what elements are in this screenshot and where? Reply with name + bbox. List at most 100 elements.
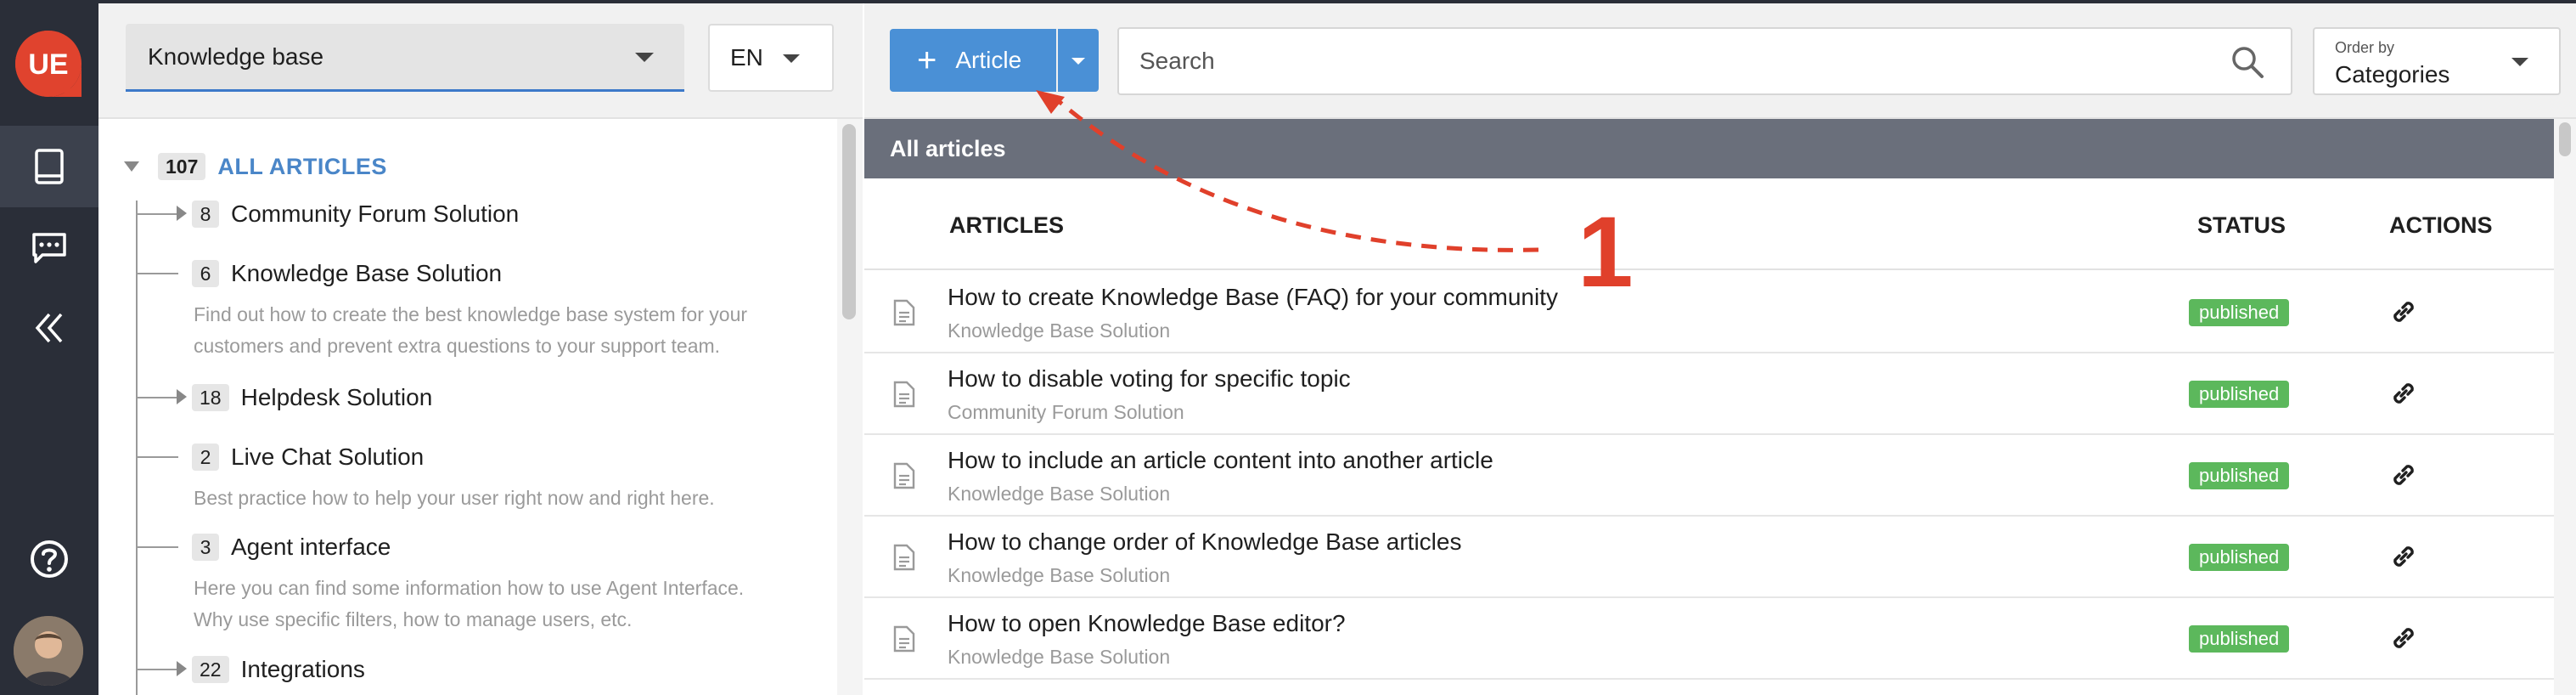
tree-branch-line [138, 273, 178, 274]
help-icon [31, 540, 68, 578]
articles-toolbar: + Article Order by Categories [864, 3, 2576, 119]
nav-collapse[interactable] [0, 287, 98, 369]
article-title[interactable]: How to include an article content into a… [948, 447, 1493, 474]
tree-node-community-forum[interactable]: 8 Community Forum Solution [138, 195, 834, 233]
annotation-number: 1 [1578, 196, 1634, 308]
expand-triangle-icon[interactable] [177, 661, 187, 676]
description-line: Best practice how to help your user righ… [194, 487, 715, 509]
tree-node-helpdesk[interactable]: 18 Helpdesk Solution [138, 379, 834, 416]
column-header-status: STATUS [2197, 212, 2286, 238]
caret-down-icon [783, 54, 800, 63]
order-by-value: Categories [2335, 61, 2450, 88]
tree-node-title[interactable]: Community Forum Solution [231, 201, 519, 228]
status-badge: published [2189, 381, 2290, 408]
plus-icon: + [917, 42, 937, 79]
order-by-select[interactable]: Order by Categories [2313, 27, 2561, 95]
table-row-partial [864, 680, 2554, 695]
tree-node-description: Best practice how to help your user righ… [194, 483, 805, 514]
link-icon[interactable] [2388, 459, 2420, 491]
status-badge: published [2189, 299, 2290, 326]
article-count-badge: 8 [192, 201, 219, 228]
language-select-value: EN [730, 44, 763, 71]
tree-node-knowledge-base[interactable]: 6 Knowledge Base Solution Find out how t… [138, 255, 834, 362]
chat-icon [32, 233, 66, 263]
status-badge: published [2189, 625, 2290, 653]
tree-branch-line [138, 456, 178, 458]
avatar[interactable] [14, 616, 83, 686]
tree-toolbar: Knowledge base EN [98, 3, 863, 119]
table-row[interactable]: How to include an article content into a… [864, 435, 2554, 517]
table-row[interactable]: How to create Knowledge Base (FAQ) for y… [864, 272, 2554, 353]
link-icon[interactable] [2388, 296, 2420, 328]
document-icon [893, 544, 915, 571]
tree-node-title[interactable]: Agent interface [231, 534, 391, 561]
table-row[interactable]: How to open Knowledge Base editor? Knowl… [864, 598, 2554, 680]
add-article-label: Article [955, 47, 1022, 73]
article-count-badge: 2 [192, 444, 219, 471]
search-icon[interactable] [2230, 44, 2265, 80]
expand-triangle-icon[interactable] [177, 206, 187, 221]
status-badge: published [2189, 462, 2290, 489]
section-title-bar: All articles [864, 119, 2554, 178]
link-icon[interactable] [2388, 622, 2420, 654]
articles-table-body: How to create Knowledge Base (FAQ) for y… [864, 272, 2554, 695]
nav-help[interactable] [0, 518, 98, 600]
link-icon[interactable] [2388, 377, 2420, 410]
user-avatar-icon [14, 616, 83, 686]
tree-branch-line [138, 669, 178, 670]
tree-branch-line [138, 546, 178, 548]
tree-node-agent-interface[interactable]: 3 Agent interface Here you can find some… [138, 528, 834, 636]
articles-scrollbar[interactable] [2554, 119, 2576, 695]
column-header-actions: ACTIONS [2389, 212, 2493, 238]
tree-scrollbar-thumb[interactable] [842, 124, 856, 319]
nav-knowledge-base[interactable] [0, 126, 98, 207]
article-count-badge: 3 [192, 534, 219, 561]
description-line: Why use specific filters, how to manage … [194, 608, 633, 630]
all-articles-label[interactable]: ALL ARTICLES [217, 154, 387, 180]
article-title[interactable]: How to disable voting for specific topic [948, 365, 1351, 393]
add-article-button[interactable]: + Article [890, 29, 1056, 92]
link-icon[interactable] [2388, 540, 2420, 573]
article-count-badge: 6 [192, 260, 219, 287]
articles-scrollbar-thumb[interactable] [2559, 122, 2571, 156]
add-article-dropdown-button[interactable] [1058, 29, 1099, 92]
collapse-triangle-icon[interactable] [124, 161, 139, 172]
tree-root-all-articles[interactable]: 107 ALL ARTICLES [124, 150, 387, 184]
article-category: Knowledge Base Solution [948, 564, 1171, 586]
nav-chat[interactable] [0, 207, 98, 289]
articles-table-header: ARTICLES STATUS ACTIONS [864, 178, 2554, 270]
table-row[interactable]: How to change order of Knowledge Base ar… [864, 517, 2554, 598]
search-input[interactable] [1139, 48, 2192, 75]
article-title[interactable]: How to open Knowledge Base editor? [948, 610, 1346, 637]
articles-main: + Article Order by Categories All articl… [864, 3, 2576, 695]
tree-node-title[interactable]: Knowledge Base Solution [231, 260, 502, 287]
knowledge-base-select[interactable]: Knowledge base [126, 24, 684, 92]
tree-node-live-chat[interactable]: 2 Live Chat Solution Best practice how t… [138, 438, 834, 514]
article-title[interactable]: How to create Knowledge Base (FAQ) for y… [948, 284, 1558, 311]
status-badge: published [2189, 544, 2290, 571]
tree-node-title[interactable]: Live Chat Solution [231, 444, 424, 471]
article-title[interactable]: How to change order of Knowledge Base ar… [948, 528, 1461, 556]
tree-node-description: Here you can find some information how t… [194, 573, 805, 636]
document-icon [893, 462, 915, 489]
tree-node-title[interactable]: Integrations [241, 656, 365, 683]
language-select[interactable]: EN [708, 24, 834, 92]
description-line: Here you can find some information how t… [194, 577, 745, 599]
tree-node-description: Find out how to create the best knowledg… [194, 299, 805, 362]
category-tree: 107 ALL ARTICLES 8 Community Forum Solut… [98, 119, 837, 695]
article-category: Knowledge Base Solution [948, 319, 1171, 342]
tree-node-title[interactable]: Helpdesk Solution [241, 384, 433, 411]
double-chevron-left-icon [35, 313, 63, 343]
expand-triangle-icon[interactable] [177, 389, 187, 404]
article-category: Knowledge Base Solution [948, 646, 1171, 668]
article-category: Knowledge Base Solution [948, 483, 1171, 505]
table-row[interactable]: How to disable voting for specific topic… [864, 353, 2554, 435]
article-count-badge: 22 [192, 656, 229, 683]
caret-down-icon [2511, 58, 2528, 66]
tree-node-integrations[interactable]: 22 Integrations [138, 651, 834, 688]
book-icon [35, 149, 64, 184]
logo[interactable]: UE [14, 29, 83, 99]
left-rail: UE [0, 0, 98, 695]
article-category: Community Forum Solution [948, 401, 1184, 423]
article-count-badge: 18 [192, 384, 229, 411]
